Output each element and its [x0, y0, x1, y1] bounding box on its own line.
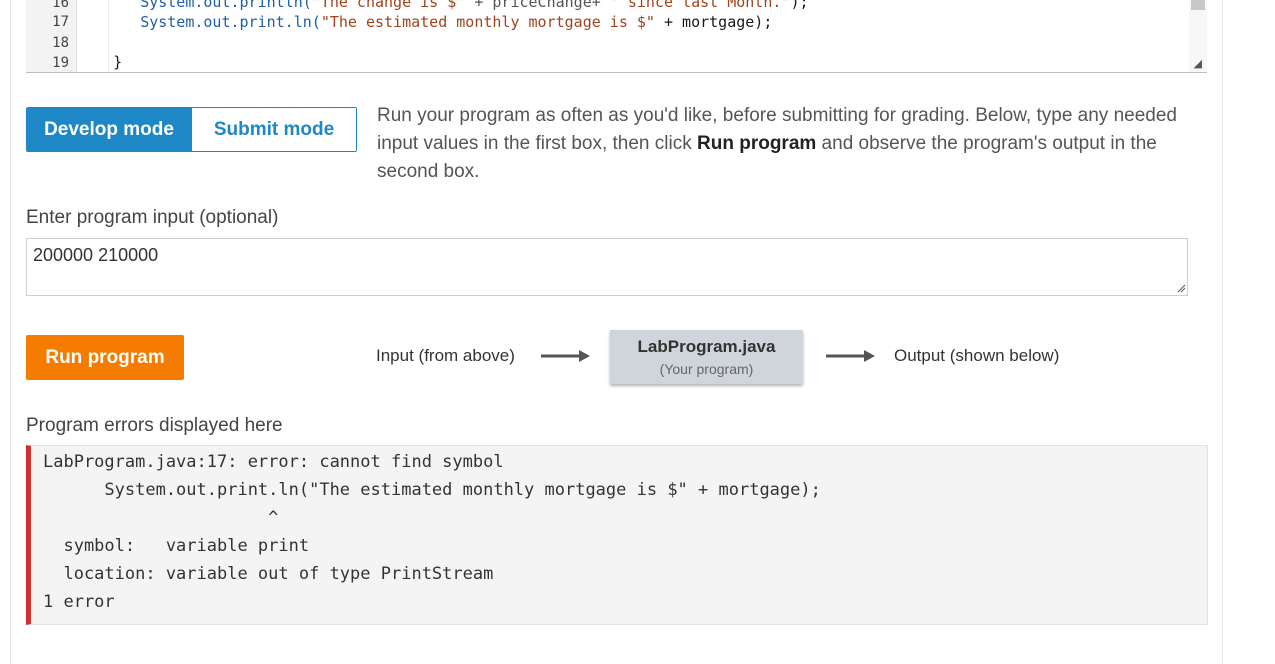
- flow-output-label: Output (shown below): [894, 346, 1060, 365]
- program-subtitle: (Your program): [659, 361, 754, 377]
- flow-input-label: Input (from above): [376, 346, 515, 365]
- line-number: 17: [52, 14, 69, 30]
- run-program-emphasis: Run program: [697, 133, 817, 154]
- run-program-button[interactable]: Run program: [26, 335, 184, 380]
- line-number-gutter: 16 17 18 19: [26, 0, 77, 72]
- line-number: 19: [52, 55, 69, 71]
- line-number: 16: [52, 0, 69, 11]
- scrollbar-thumb[interactable]: [1191, 0, 1205, 10]
- arrow-right-icon: [826, 350, 875, 362]
- program-name: LabProgram.java: [637, 337, 776, 356]
- program-errors-output: LabProgram.java:17: error: cannot find s…: [26, 445, 1208, 625]
- develop-mode-button[interactable]: Develop mode: [27, 108, 191, 151]
- error-line: symbol: variable print: [43, 536, 310, 556]
- error-line: LabProgram.java:17: error: cannot find s…: [43, 452, 504, 472]
- instructions-text: Run your program as often as you'd like,…: [377, 105, 1177, 182]
- error-line: location: variable out of type PrintStre…: [43, 564, 494, 584]
- program-box: LabProgram.java (Your program): [610, 330, 803, 384]
- program-input-field[interactable]: 200000 210000: [26, 238, 1188, 296]
- code-line-17[interactable]: System.out.print.ln("The estimated month…: [86, 13, 772, 31]
- program-errors-label: Program errors displayed here: [26, 415, 283, 436]
- resize-handle-icon[interactable]: ◢: [1194, 59, 1202, 70]
- textarea-resize-icon[interactable]: [1176, 283, 1186, 293]
- line-number: 18: [52, 35, 69, 51]
- mode-toggle: Develop mode Submit mode: [26, 107, 357, 152]
- error-line: 1 error: [43, 592, 115, 612]
- submit-mode-button[interactable]: Submit mode: [191, 108, 356, 151]
- code-line-16[interactable]: System.out.println("The change is $" + p…: [86, 0, 808, 11]
- program-input-label: Enter program input (optional): [26, 207, 279, 228]
- code-line-19[interactable]: }: [86, 53, 122, 71]
- code-editor[interactable]: 16 17 18 19 System.out.println("The chan…: [26, 0, 1207, 73]
- arrow-right-icon: [541, 350, 590, 362]
- error-line: ^: [43, 508, 279, 528]
- error-line: System.out.print.ln("The estimated month…: [43, 480, 821, 500]
